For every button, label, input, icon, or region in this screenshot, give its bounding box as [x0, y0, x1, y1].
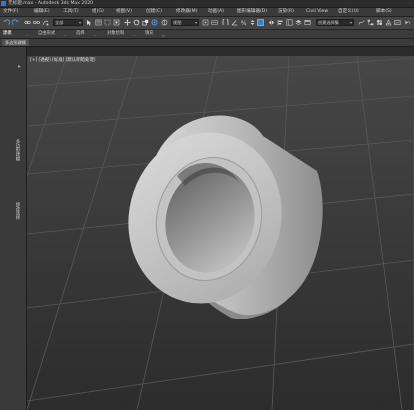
window-title: 无标题.max - Autodesk 3ds Max 2020 — [8, 1, 94, 6]
keyboard-shortcut-override-icon[interactable] — [211, 19, 218, 26]
ribbon-separator-icon: ·· — [64, 33, 67, 38]
ribbon-side-panel: ▸ 多边形建模 修改选择 — [0, 47, 27, 410]
bind-space-warp-icon[interactable] — [42, 19, 49, 26]
link-icon[interactable] — [24, 19, 31, 26]
expand-arrow-icon[interactable]: ▸ — [18, 63, 21, 70]
schematic-view-icon[interactable] — [367, 19, 374, 26]
rendered-frame-window-icon[interactable] — [394, 19, 401, 26]
unlink-icon[interactable] — [33, 19, 40, 26]
undo-icon[interactable] — [3, 19, 10, 26]
select-and-manipulate-icon[interactable] — [161, 19, 168, 26]
menu-customize[interactable]: 自定义(U) — [338, 8, 359, 16]
menu-group[interactable]: 组(G) — [92, 8, 104, 16]
menu-rendering[interactable]: 渲染(R) — [278, 8, 294, 16]
side-label-polygon-modeling[interactable]: 多边形建模 — [14, 139, 20, 161]
curve-editor-icon[interactable] — [358, 19, 365, 26]
snaps-toggle-icon[interactable] — [222, 19, 229, 26]
title-bar: 无标题.max - Autodesk 3ds Max 2020 — [0, 0, 414, 8]
mirror-icon[interactable] — [268, 19, 275, 26]
select-object-icon[interactable] — [86, 19, 93, 26]
menu-modifiers[interactable]: 修改器(M) — [176, 8, 197, 16]
edit-named-selection-sets-button[interactable] — [257, 19, 264, 26]
toggle-ribbon-icon[interactable] — [304, 19, 311, 26]
polygon-modeling-panel-label[interactable]: 多边形建模 — [2, 39, 29, 46]
ribbon-separator-icon: ·· — [133, 33, 136, 38]
place-icon[interactable] — [151, 19, 158, 26]
render-setup-icon[interactable] — [385, 19, 392, 26]
material-editor-icon[interactable] — [376, 19, 383, 26]
svg-text:%: % — [241, 20, 247, 26]
menu-file[interactable]: 文件(F) — [3, 8, 18, 16]
menu-scripting[interactable]: 脚本(S) — [376, 8, 392, 16]
menu-civil-view[interactable]: Civil View — [306, 8, 328, 16]
tab-selection[interactable]: 选择 — [76, 30, 85, 38]
percent-snap-icon[interactable]: % — [240, 19, 247, 26]
menu-tools[interactable]: 工具(T) — [63, 8, 79, 16]
menu-bar: 文件(F) 编辑(E) 工具(T) 组(G) 视图(V) 创建(C) 修改器(M… — [0, 8, 414, 17]
toggle-layer-explorer-icon[interactable] — [295, 19, 302, 26]
align-icon[interactable] — [277, 19, 284, 26]
angle-snap-icon[interactable] — [231, 19, 238, 26]
menu-edit[interactable]: 编辑(E) — [34, 8, 50, 16]
ribbon-tabs: 建模 ·· 自由形式 ·· 选择 ·· 对象绘制 ·· 填充 ▫· — [0, 30, 414, 39]
main-toolbar: 全部 视图 % 创建选择集 — [0, 17, 414, 30]
tab-modeling[interactable]: 建模 — [3, 30, 12, 38]
menu-animation[interactable]: 动画(A) — [208, 8, 224, 16]
ribbon-menu-icon[interactable]: ▫· — [162, 33, 166, 38]
side-label-modify-selection[interactable]: 修改选择 — [14, 202, 20, 220]
toggle-scene-explorer-icon[interactable] — [286, 19, 293, 26]
perspective-viewport[interactable] — [27, 56, 414, 410]
menu-create[interactable]: 创建(C) — [146, 8, 162, 16]
scale-icon[interactable] — [142, 19, 149, 26]
menu-views[interactable]: 视图(V) — [116, 8, 132, 16]
tab-populate[interactable]: 填充 — [145, 30, 154, 38]
named-selection-set-dropdown[interactable]: 创建选择集 — [316, 19, 354, 26]
spinner-snap-icon[interactable] — [249, 19, 256, 26]
selection-filter-dropdown[interactable]: 全部 — [53, 19, 83, 26]
pivot-point-center-icon[interactable] — [202, 19, 209, 26]
move-icon[interactable] — [124, 19, 131, 26]
viewport-scene[interactable] — [27, 56, 414, 410]
rotate-icon[interactable] — [133, 19, 140, 26]
redo-icon[interactable] — [12, 19, 19, 26]
ribbon-separator-icon: ·· — [26, 33, 29, 38]
tab-freeform[interactable]: 自由形式 — [38, 30, 55, 38]
tab-object-paint[interactable]: 对象绘制 — [107, 30, 124, 38]
ribbon-panel-bar: 多边形建模 — [0, 39, 414, 47]
menu-graph-editors[interactable]: 图形编辑器(D) — [237, 8, 267, 16]
reference-coordinate-dropdown[interactable]: 视图 — [171, 19, 199, 26]
render-production-icon[interactable] — [404, 19, 411, 26]
viewport-label[interactable]: [+] [透视] [标准] [默认明暗处理] — [30, 57, 95, 63]
app-logo-icon — [1, 1, 6, 6]
rectangular-selection-icon[interactable] — [104, 19, 111, 26]
select-by-name-icon[interactable] — [95, 19, 102, 26]
ribbon-separator-icon: ·· — [94, 33, 97, 38]
window-crossing-icon[interactable] — [113, 19, 120, 26]
